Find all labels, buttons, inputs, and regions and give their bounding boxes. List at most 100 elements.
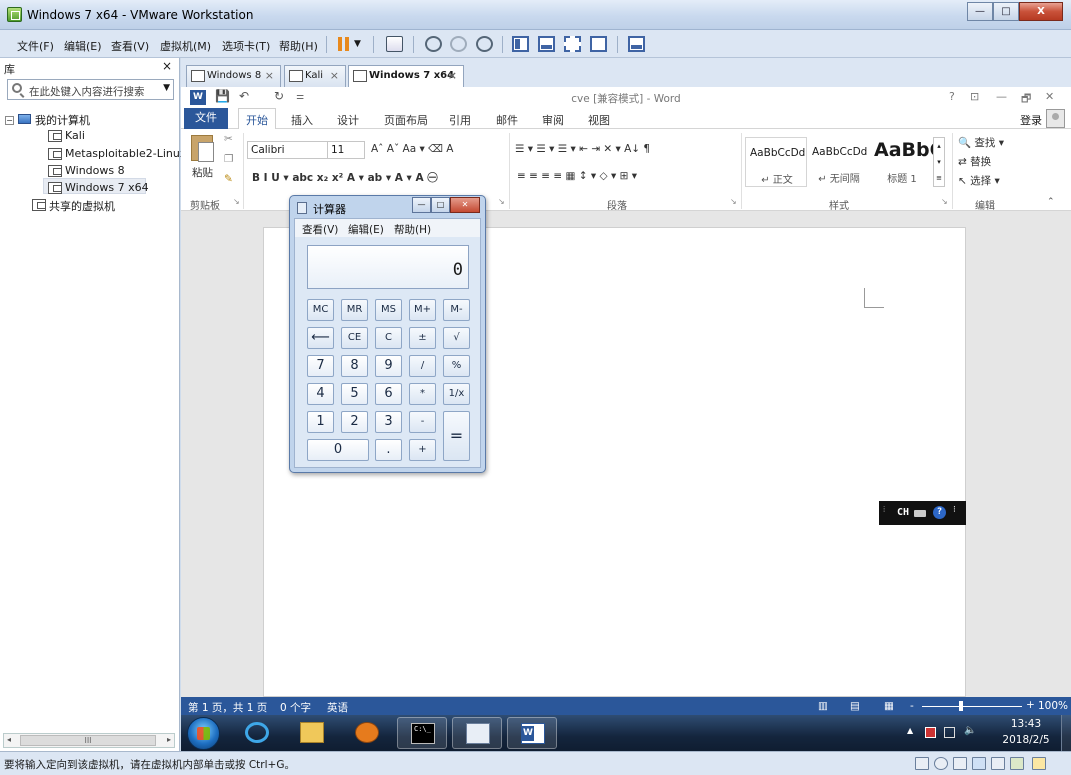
avatar[interactable] xyxy=(1046,109,1065,128)
word-restore-button[interactable]: 🗗 xyxy=(1021,90,1031,109)
replace-button[interactable]: ⇄ 替换 xyxy=(958,154,991,169)
tree-item-shared-vms[interactable]: 共享的虚拟机 xyxy=(49,198,115,214)
style-normal[interactable]: AaBbCcDd ↵ 正文 xyxy=(745,137,807,187)
tab-layout[interactable]: 页面布局 xyxy=(384,112,428,128)
network-icon[interactable] xyxy=(944,727,955,738)
menu-tabs[interactable]: 选项卡(T) xyxy=(222,38,270,54)
language[interactable]: 英语 xyxy=(327,700,348,715)
chevron-down-icon[interactable]: ▼ xyxy=(163,83,170,93)
word-count[interactable]: 0 个字 xyxy=(280,700,311,715)
cut-icon[interactable]: ✂ xyxy=(224,133,233,145)
dialog-launcher-icon[interactable]: ↘ xyxy=(498,197,505,206)
taskbar-calculator[interactable] xyxy=(452,717,502,749)
message-log-icon[interactable] xyxy=(1032,757,1046,770)
taskbar-media-player[interactable] xyxy=(342,717,392,749)
tab-close-icon[interactable]: × xyxy=(265,69,274,82)
close-button[interactable]: X xyxy=(1019,2,1063,21)
zoom-in-button[interactable]: + xyxy=(1026,699,1035,711)
copy-icon[interactable]: ❐ xyxy=(224,153,233,165)
show-hidden-icons-icon[interactable]: ▲ xyxy=(907,726,918,737)
key-backspace[interactable]: ⟵ xyxy=(307,327,334,349)
key-5[interactable]: 5 xyxy=(341,383,368,405)
key-m-plus[interactable]: M+ xyxy=(409,299,436,321)
menu-vm[interactable]: 虚拟机(M) xyxy=(160,38,211,54)
calculator-titlebar[interactable]: 计算器 — □ ✕ xyxy=(290,196,485,218)
scroll-right-icon[interactable]: ▸ xyxy=(167,735,171,744)
styles-scroll[interactable]: ▴ ▾ ≡ xyxy=(933,137,945,187)
tree-item-metasploitable2[interactable]: Metasploitable2-Linux xyxy=(65,147,186,160)
volume-icon[interactable]: 🔈 xyxy=(964,725,976,736)
library-search-input[interactable]: 在此处键入内容进行搜索 ▼ xyxy=(7,79,174,100)
taskbar-cmd[interactable]: C:\_ xyxy=(397,717,447,749)
font-name-select[interactable]: Calibri xyxy=(247,141,328,159)
zoom-slider-thumb[interactable] xyxy=(959,701,963,711)
key-percent[interactable]: % xyxy=(443,355,470,377)
tab-review[interactable]: 审阅 xyxy=(542,112,564,128)
scroll-thumb[interactable]: III xyxy=(20,735,156,746)
dialog-launcher-icon[interactable]: ↘ xyxy=(941,197,948,206)
key-9[interactable]: 9 xyxy=(375,355,402,377)
taskbar-word[interactable] xyxy=(507,717,557,749)
zoom-level[interactable]: 100% xyxy=(1038,700,1068,712)
tab-close-icon[interactable]: × xyxy=(448,69,457,82)
action-center-flag-icon[interactable] xyxy=(925,727,936,738)
clock-time[interactable]: 13:43 xyxy=(995,718,1057,730)
fullscreen-icon[interactable] xyxy=(564,36,581,52)
printer-icon[interactable] xyxy=(991,757,1005,770)
paragraph-tools-row-2[interactable]: ≡ ≡ ≡ ≡ ▦ ↕ ▾ ◇ ▾ ⊞ ▾ xyxy=(517,170,637,182)
print-layout-icon[interactable]: ▤ xyxy=(850,700,860,712)
unity-icon[interactable] xyxy=(590,36,607,52)
login-link[interactable]: 登录 xyxy=(1020,112,1042,128)
show-library-icon[interactable] xyxy=(512,36,529,52)
key-0[interactable]: 0 xyxy=(307,439,369,461)
style-heading-1[interactable]: AaBbC 标题 1 xyxy=(871,137,933,187)
cd-dvd-icon[interactable] xyxy=(934,757,948,770)
tree-item-kali[interactable]: Kali xyxy=(65,129,85,142)
key-reciprocal[interactable]: 1/x xyxy=(443,383,470,405)
font-tools-row-2[interactable]: B I U ▾ abc x₂ x² A ▾ ab ▾ A ▾ A ㊀ xyxy=(252,170,438,185)
tree-item-my-computer[interactable]: 我的计算机 xyxy=(35,112,90,128)
dialog-launcher-icon[interactable]: ↘ xyxy=(233,197,240,206)
tab-close-icon[interactable]: × xyxy=(330,69,339,82)
key-2[interactable]: 2 xyxy=(341,411,368,433)
tree-item-windows-8[interactable]: Windows 8 xyxy=(65,164,125,177)
calc-menu-view[interactable]: 查看(V) xyxy=(302,222,338,237)
page-count[interactable]: 第 1 页，共 1 页 xyxy=(188,700,267,715)
web-layout-icon[interactable]: ▦ xyxy=(884,700,894,712)
pause-dropdown-icon[interactable]: ▼ xyxy=(354,39,371,55)
taskbar-explorer[interactable] xyxy=(287,717,337,749)
font-size-select[interactable]: 11 xyxy=(327,141,365,159)
word-minimize-button[interactable]: — xyxy=(996,90,1007,103)
sidebar-horizontal-scrollbar[interactable]: ◂ III ▸ xyxy=(3,733,175,748)
maximize-button[interactable]: □ xyxy=(993,2,1019,21)
key-decimal[interactable]: . xyxy=(375,439,402,461)
key-divide[interactable]: / xyxy=(409,355,436,377)
keyboard-icon[interactable] xyxy=(914,510,926,517)
key-8[interactable]: 8 xyxy=(341,355,368,377)
key-m-minus[interactable]: M- xyxy=(443,299,470,321)
tab-kali[interactable]: Kali × xyxy=(284,65,346,87)
tab-windows-8[interactable]: Windows 8 × xyxy=(186,65,281,87)
paste-button[interactable]: 粘贴 xyxy=(192,165,213,180)
sound-card-icon[interactable] xyxy=(1010,757,1024,770)
network-adapter-icon[interactable] xyxy=(972,757,986,770)
paragraph-tools-row-1[interactable]: ☰ ▾ ☰ ▾ ☰ ▾ ⇤ ⇥ ✕ ▾ A↓ ¶ xyxy=(515,143,650,155)
tab-references[interactable]: 引用 xyxy=(449,112,471,128)
collapse-ribbon-icon[interactable]: ⌃ xyxy=(1047,197,1055,207)
format-painter-icon[interactable]: ✎ xyxy=(224,173,233,185)
calculator-close-button[interactable]: ✕ xyxy=(450,197,480,213)
tree-item-windows-7-x64[interactable]: Windows 7 x64 xyxy=(65,181,149,194)
show-desktop-button[interactable] xyxy=(1061,715,1071,751)
help-icon[interactable]: ? xyxy=(933,506,946,519)
floppy-icon[interactable] xyxy=(953,757,967,770)
calc-menu-help[interactable]: 帮助(H) xyxy=(394,222,431,237)
calculator-minimize-button[interactable]: — xyxy=(412,197,431,213)
key-3[interactable]: 3 xyxy=(375,411,402,433)
key-plus-minus[interactable]: ± xyxy=(409,327,436,349)
calc-menu-edit[interactable]: 编辑(E) xyxy=(348,222,384,237)
console-view-icon[interactable] xyxy=(628,36,645,52)
guest-screen[interactable]: W 💾 ↶ ↻ ⚌ cve [兼容模式] - Word ? ⊡ — 🗗 ✕ 文件… xyxy=(181,87,1071,751)
key-mc[interactable]: MC xyxy=(307,299,334,321)
menu-file[interactable]: 文件(F) xyxy=(17,38,54,54)
thumbnail-bar-icon[interactable] xyxy=(538,36,555,52)
